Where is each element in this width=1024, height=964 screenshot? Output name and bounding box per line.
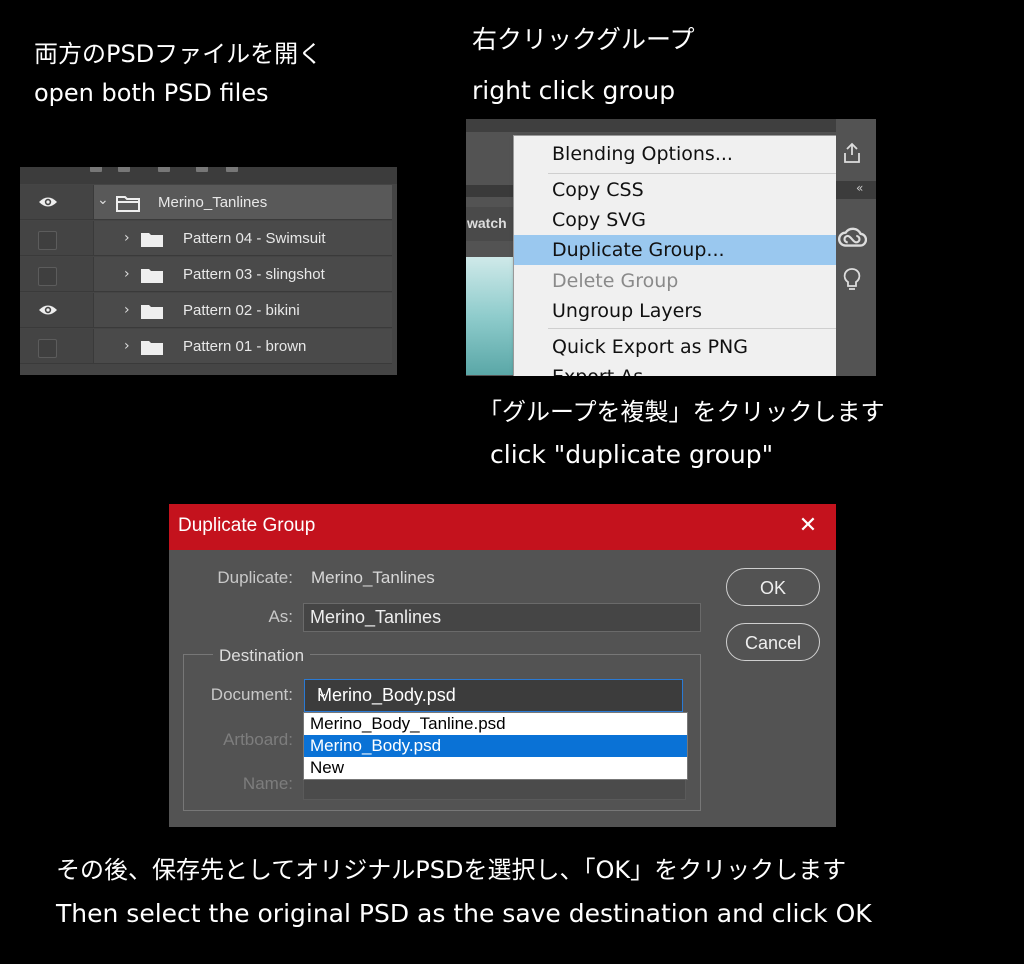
- layer-name: Pattern 01 - brown: [183, 338, 307, 355]
- folder-icon: [141, 233, 163, 247]
- swatches-tab[interactable]: watch: [466, 207, 514, 241]
- share-icon[interactable]: [840, 141, 864, 165]
- menu-item-duplicate-group[interactable]: Duplicate Group...: [514, 235, 837, 265]
- as-field[interactable]: Merino_Tanlines: [303, 603, 701, 632]
- layer-body[interactable]: › Pattern 01 - brown: [94, 329, 392, 364]
- chevron-right-icon[interactable]: ›: [124, 266, 130, 282]
- folder-icon: [141, 269, 163, 283]
- chevron-right-icon[interactable]: ›: [124, 230, 130, 246]
- layer-name: Pattern 03 - slingshot: [183, 266, 325, 283]
- collapse-panel-icon[interactable]: «: [856, 181, 863, 195]
- artboard-label: Artboard:: [223, 730, 293, 749]
- dialog-titlebar: Duplicate Group ✕: [169, 504, 836, 550]
- menu-item-quick-export[interactable]: Quick Export as PNG: [514, 332, 837, 362]
- dialog-title: Duplicate Group: [178, 515, 316, 536]
- dropdown-option[interactable]: New: [304, 757, 687, 779]
- visibility-toggle[interactable]: [20, 257, 94, 292]
- destination-label: Destination: [213, 646, 311, 666]
- duplicate-value: Merino_Tanlines: [311, 568, 435, 587]
- visibility-empty-box[interactable]: [38, 267, 57, 286]
- layers-toolbar: [20, 167, 397, 184]
- menu-item-copy-svg[interactable]: Copy SVG: [514, 205, 837, 235]
- layer-name: Merino_Tanlines: [158, 194, 268, 211]
- step3-caption-jp: 「グループを複製」をクリックします: [478, 398, 885, 426]
- visibility-toggle[interactable]: [20, 329, 94, 364]
- ok-button[interactable]: OK: [726, 568, 820, 606]
- chevron-right-icon[interactable]: ›: [124, 338, 130, 354]
- menu-item-export-as[interactable]: Export As...: [514, 362, 837, 376]
- menu-item-blending-options[interactable]: Blending Options...: [514, 139, 837, 169]
- eye-icon: [39, 197, 57, 207]
- layers-panel: ⌄ Merino_Tanlines › Pattern 04 - Swimsui…: [20, 167, 397, 375]
- document-label: Document:: [210, 685, 293, 704]
- chevron-down-icon[interactable]: ⌄: [97, 192, 109, 208]
- creative-cloud-icon[interactable]: [837, 225, 867, 249]
- menu-item-copy-css[interactable]: Copy CSS: [514, 175, 837, 205]
- folder-icon: [141, 305, 163, 319]
- dropdown-option[interactable]: Merino_Body_Tanline.psd: [304, 713, 687, 735]
- visibility-toggle[interactable]: [20, 221, 94, 256]
- visibility-toggle[interactable]: [20, 293, 94, 328]
- tab-strip: [466, 185, 514, 197]
- layer-row-pattern-02[interactable]: › Pattern 02 - bikini: [20, 293, 392, 328]
- name-label: Name:: [242, 774, 293, 793]
- as-field-value: Merino_Tanlines: [310, 607, 442, 627]
- lightbulb-icon[interactable]: [842, 266, 862, 294]
- chevron-right-icon[interactable]: ›: [124, 302, 130, 318]
- panel-strip: [466, 119, 876, 132]
- layer-name: Pattern 02 - bikini: [183, 302, 300, 319]
- document-select[interactable]: Merino_Body.psd ⌄: [304, 679, 683, 712]
- layer-row-pattern-04[interactable]: › Pattern 04 - Swimsuit: [20, 221, 392, 256]
- visibility-toggle[interactable]: [20, 185, 94, 220]
- swatches-tab-label: watch: [467, 215, 507, 231]
- layer-row-pattern-01[interactable]: › Pattern 01 - brown: [20, 329, 392, 364]
- step1-caption-jp: 両方のPSDファイルを開く: [34, 40, 323, 68]
- swatch-gradient: [466, 257, 514, 375]
- menu-item-delete-group: Delete Group: [552, 270, 679, 292]
- layer-body[interactable]: › Pattern 03 - slingshot: [94, 257, 392, 292]
- folder-icon: [116, 196, 140, 212]
- step4-caption-en: Then select the original PSD as the save…: [56, 899, 872, 928]
- step1-caption-en: open both PSD files: [34, 79, 269, 107]
- visibility-empty-box[interactable]: [38, 231, 57, 250]
- layer-row-merino-tanlines[interactable]: ⌄ Merino_Tanlines: [20, 185, 392, 220]
- visibility-empty-box[interactable]: [38, 339, 57, 358]
- document-dropdown-list: Merino_Body_Tanline.psd Merino_Body.psd …: [303, 712, 688, 780]
- layer-body[interactable]: ⌄ Merino_Tanlines: [94, 185, 392, 220]
- context-menu: Blending Options... Copy CSS Copy SVG Du…: [513, 135, 838, 376]
- step2-caption-jp: 右クリックグループ: [472, 25, 695, 54]
- cancel-button[interactable]: Cancel: [726, 623, 820, 661]
- step4-caption-jp: その後、保存先としてオリジナルPSDを選択し、「OK」をクリックします: [56, 856, 847, 884]
- right-toolbar: «: [836, 119, 876, 376]
- context-menu-screenshot: watch Blending Options... Copy CSS Copy …: [466, 119, 876, 376]
- dropdown-option-selected[interactable]: Merino_Body.psd: [304, 735, 687, 757]
- folder-icon: [141, 341, 163, 355]
- menu-item-ungroup-layers[interactable]: Ungroup Layers: [514, 296, 837, 326]
- chevron-down-icon: ⌄: [317, 685, 328, 700]
- step2-caption-en: right click group: [472, 76, 676, 105]
- step3-caption-en: click "duplicate group": [490, 440, 774, 469]
- layer-body[interactable]: › Pattern 04 - Swimsuit: [94, 221, 392, 256]
- layer-row-pattern-03[interactable]: › Pattern 03 - slingshot: [20, 257, 392, 292]
- duplicate-group-dialog: Duplicate Group ✕ Duplicate: Merino_Tanl…: [169, 504, 836, 827]
- as-label: As:: [268, 607, 293, 626]
- close-icon[interactable]: ✕: [796, 514, 820, 538]
- layer-name: Pattern 04 - Swimsuit: [183, 230, 326, 247]
- duplicate-label: Duplicate:: [217, 568, 293, 587]
- layer-body[interactable]: › Pattern 02 - bikini: [94, 293, 392, 328]
- eye-icon: [39, 305, 57, 315]
